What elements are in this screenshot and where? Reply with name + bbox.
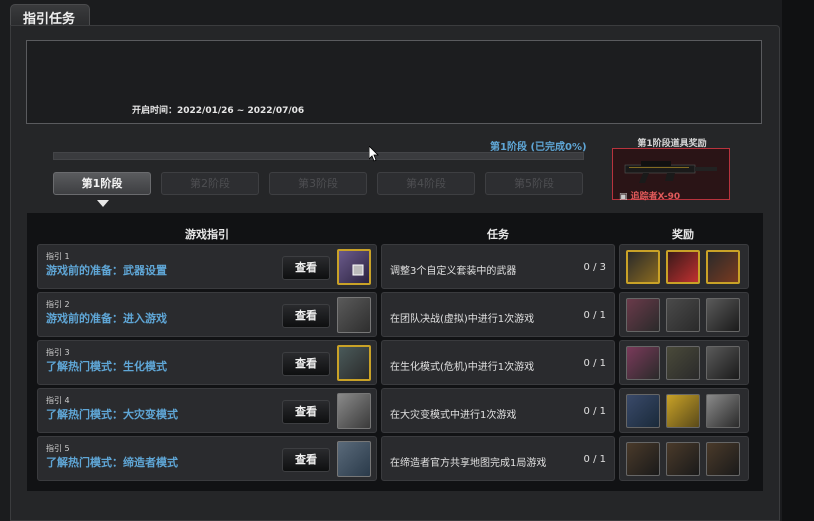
reward-item-icon[interactable]	[666, 442, 700, 476]
view-button[interactable]: 查看	[282, 400, 330, 424]
view-button[interactable]: 查看	[282, 256, 330, 280]
stage-reward-item[interactable]: ▣ 追踪者X-90	[612, 148, 730, 202]
guide-index: 指引 4	[46, 396, 70, 405]
reward-weapon-icon[interactable]	[666, 346, 700, 380]
guide-name: 了解热门模式：缔造者模式	[46, 456, 178, 469]
reward-weapon-icon[interactable]	[666, 250, 700, 284]
reward-cell	[619, 340, 749, 385]
guide-cell: 指引 4 了解热门模式：大灾变模式 查看	[37, 388, 377, 433]
stage-tab-5[interactable]: 第5阶段	[485, 172, 583, 195]
reward-item-icon[interactable]	[706, 442, 740, 476]
view-button[interactable]: 查看	[282, 448, 330, 472]
guide-index: 指引 5	[46, 444, 70, 453]
guide-name: 了解热门模式：大灾变模式	[46, 408, 178, 421]
guide-cell: 指引 5 了解热门模式：缔造者模式 查看	[37, 436, 377, 481]
guide-name: 游戏前的准备：武器设置	[46, 264, 167, 277]
view-button[interactable]: 查看	[282, 304, 330, 328]
task-text: 在缔造者官方共享地图完成1局游戏	[390, 458, 547, 469]
task-cell: 调整3个自定义套装中的武器 0 / 3	[381, 244, 615, 289]
guide-thumbnail[interactable]	[337, 297, 371, 333]
guide-cell: 指引 1 游戏前的准备：武器设置 查看	[37, 244, 377, 289]
camera-icon: ▣	[619, 192, 628, 202]
reward-cell	[619, 244, 749, 289]
task-text: 在生化模式(危机)中进行1次游戏	[390, 362, 535, 373]
stage-tab-3[interactable]: 第3阶段	[269, 172, 367, 195]
reward-item-icon[interactable]	[626, 394, 660, 428]
task-cell: 在团队决战(虚拟)中进行1次游戏 0 / 1	[381, 292, 615, 337]
guide-name: 游戏前的准备：进入游戏	[46, 312, 167, 325]
stage-tab-4[interactable]: 第4阶段	[377, 172, 475, 195]
task-count: 0 / 1	[583, 310, 606, 321]
reward-character-icon[interactable]	[666, 394, 700, 428]
info-box: 开启时间：2022/01/26 ~ 2022/07/06	[26, 40, 762, 124]
task-text: 在大灾变模式中进行1次游戏	[390, 410, 517, 421]
header-guide: 游戏指引	[185, 228, 229, 241]
guide-thumbnail[interactable]	[337, 249, 371, 285]
reward-weapon-icon[interactable]	[666, 298, 700, 332]
task-count: 0 / 3	[583, 262, 606, 273]
task-text: 调整3个自定义套装中的武器	[390, 266, 517, 277]
guide-cell: 指引 3 了解热门模式：生化模式 查看	[37, 340, 377, 385]
mouse-cursor-icon	[368, 145, 379, 165]
reward-weapon-icon[interactable]	[706, 250, 740, 284]
guide-thumbnail[interactable]	[337, 345, 371, 381]
guide-cell: 指引 2 游戏前的准备：进入游戏 查看	[37, 292, 377, 337]
rifle-icon	[623, 155, 719, 188]
reward-item-icon[interactable]	[626, 442, 660, 476]
header-reward: 奖励	[672, 228, 694, 241]
stage-tab-1[interactable]: 第1阶段	[53, 172, 151, 195]
reward-cell	[619, 436, 749, 481]
stage-reward-name-text: 追踪者X-90	[630, 192, 681, 202]
guide-thumbnail[interactable]	[337, 441, 371, 477]
task-cell: 在生化模式(危机)中进行1次游戏 0 / 1	[381, 340, 615, 385]
active-stage-arrow-icon	[97, 200, 109, 207]
guide-index: 指引 3	[46, 348, 70, 357]
task-count: 0 / 1	[583, 406, 606, 417]
task-cell: 在大灾变模式中进行1次游戏 0 / 1	[381, 388, 615, 433]
reward-weapon-icon[interactable]	[706, 298, 740, 332]
reward-weapon-icon[interactable]	[626, 250, 660, 284]
guide-thumbnail[interactable]	[337, 393, 371, 429]
reward-cell	[619, 292, 749, 337]
stage-reward-item-name: ▣ 追踪者X-90	[619, 189, 680, 202]
reward-character-icon[interactable]	[626, 298, 660, 332]
stage-progress-bar	[53, 152, 584, 160]
guide-index: 指引 1	[46, 252, 70, 261]
header-task: 任务	[487, 228, 509, 241]
guide-name: 了解热门模式：生化模式	[46, 360, 167, 373]
reward-weapon-icon[interactable]	[706, 346, 740, 380]
window-title-tab: 指引任务	[10, 4, 90, 27]
task-count: 0 / 1	[583, 358, 606, 369]
view-button[interactable]: 查看	[282, 352, 330, 376]
task-count: 0 / 1	[583, 454, 606, 465]
reward-item-icon[interactable]	[706, 394, 740, 428]
open-time-text: 开启时间：2022/01/26 ~ 2022/07/06	[132, 106, 305, 116]
task-text: 在团队决战(虚拟)中进行1次游戏	[390, 314, 535, 325]
guide-index: 指引 2	[46, 300, 70, 309]
right-edge-strip	[782, 0, 814, 521]
reward-character-icon[interactable]	[626, 346, 660, 380]
reward-cell	[619, 388, 749, 433]
stage-tab-2[interactable]: 第2阶段	[161, 172, 259, 195]
task-cell: 在缔造者官方共享地图完成1局游戏 0 / 1	[381, 436, 615, 481]
stage-progress-status: 第1阶段 (已完成0%)	[490, 142, 587, 153]
